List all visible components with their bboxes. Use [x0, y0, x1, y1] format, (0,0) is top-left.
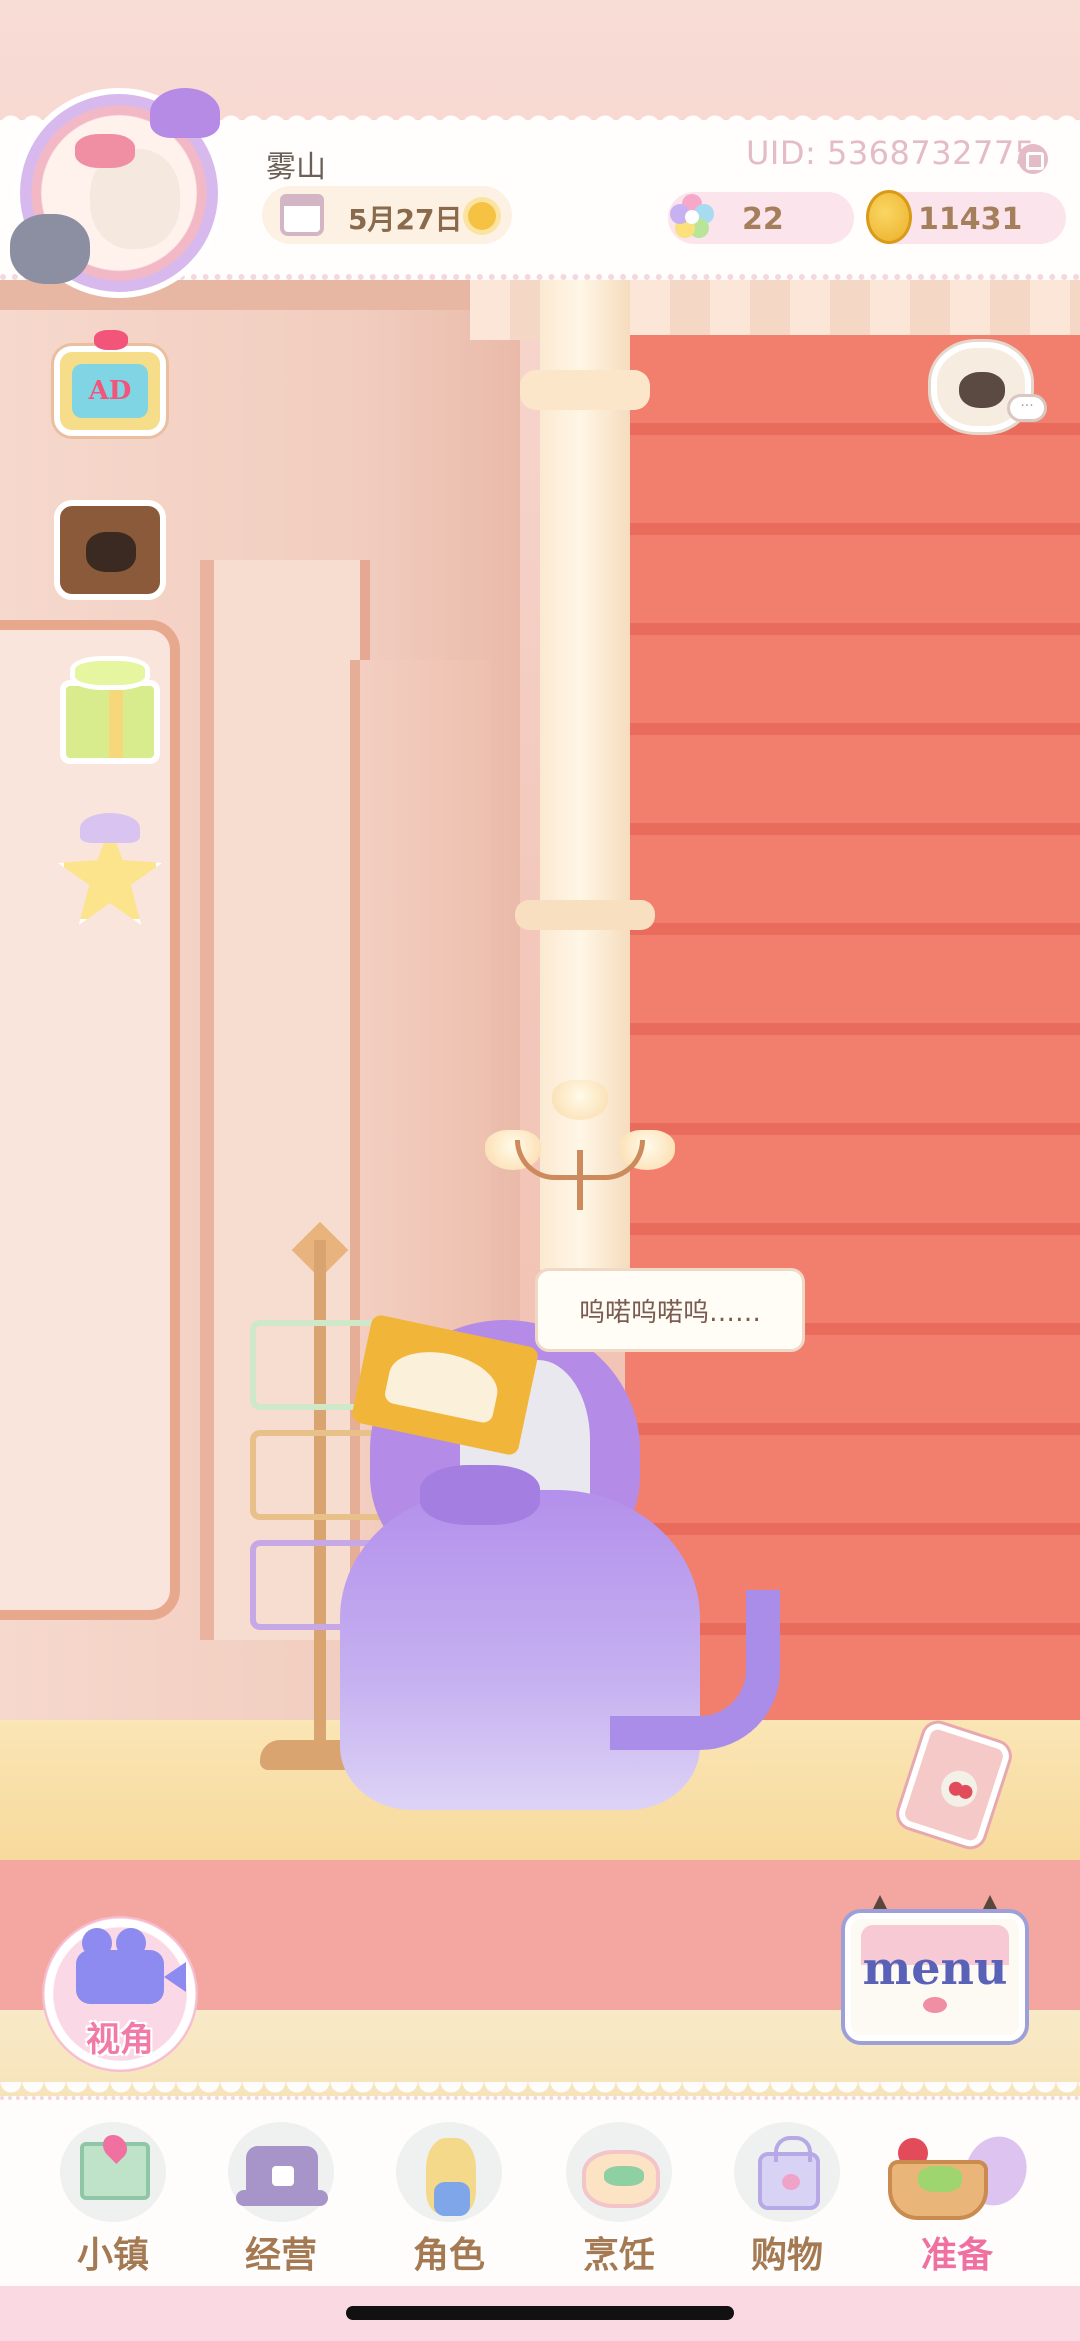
flower-gem-icon	[670, 194, 714, 238]
nav-cooking[interactable]: 烹饪	[544, 2116, 694, 2276]
chandelier	[485, 1080, 675, 1210]
mushroom-icon	[150, 88, 220, 138]
treasure-chest-icon	[54, 500, 166, 600]
hat-icon	[80, 813, 140, 843]
coin-icon	[866, 190, 912, 244]
menu-label: menu	[862, 1941, 1008, 1995]
player-character[interactable]	[280, 1290, 800, 1850]
cat-chat-button[interactable]: ···	[925, 330, 1047, 445]
nav-business[interactable]: 经营	[206, 2116, 356, 2276]
basket-icon	[878, 2126, 1037, 2226]
coin-count: 11431	[918, 202, 1023, 237]
menu-button[interactable]: menu	[845, 1895, 1025, 2045]
copy-icon[interactable]	[1018, 144, 1048, 174]
calendar-icon	[280, 194, 324, 236]
gem-counter[interactable]: 22	[668, 192, 854, 244]
map-icon	[80, 2142, 150, 2200]
coin-counter[interactable]: 11431	[866, 190, 1066, 244]
nav-label: 烹饪	[582, 2235, 655, 2276]
recipe-book-button[interactable]	[895, 1720, 1013, 1850]
player-avatar[interactable]	[10, 88, 224, 298]
nav-icon-bg	[734, 2122, 840, 2222]
nav-label: 购物	[750, 2235, 823, 2276]
pillar-cap	[520, 370, 650, 410]
bow-icon	[918, 2166, 962, 2192]
nav-icon-bg	[60, 2122, 166, 2222]
view-label: 视角	[86, 2020, 154, 2060]
book-icon	[895, 1720, 1013, 1850]
lock-icon	[272, 2166, 294, 2186]
lamp	[552, 1080, 608, 1120]
nav-character[interactable]: 角色	[374, 2116, 524, 2276]
doll-icon	[426, 2138, 476, 2216]
username: 雾山	[266, 150, 326, 185]
card-inner	[383, 1342, 504, 1425]
nav-icon-bg	[396, 2122, 502, 2222]
nav-prepare[interactable]: 准备	[882, 2116, 1037, 2276]
nav-label: 小镇	[76, 2235, 149, 2276]
cake-icon	[582, 2150, 660, 2208]
cat-icon	[10, 214, 90, 284]
tv-icon: AD	[54, 346, 166, 436]
raccoon-icon	[86, 532, 136, 572]
lamp-stem	[577, 1150, 583, 1210]
cat-face	[959, 372, 1005, 408]
heart-icon	[923, 1997, 947, 2013]
date-display[interactable]: 5月27日	[262, 186, 512, 244]
home-indicator[interactable]	[346, 2306, 734, 2320]
bow-icon	[94, 330, 128, 350]
star-event-button[interactable]	[50, 805, 170, 925]
ad-reward-button[interactable]: AD	[50, 330, 170, 450]
pillar-ring	[515, 900, 655, 930]
gift-bow-icon	[70, 656, 150, 690]
nav-icon-bg	[228, 2122, 334, 2222]
nav-label: 准备	[920, 2235, 993, 2276]
nav-icon-bg	[566, 2122, 672, 2222]
character-bow	[420, 1465, 540, 1525]
speech-bubble: 呜喏呜喏呜……	[535, 1268, 805, 1352]
ad-label: AD	[72, 364, 148, 418]
nav-label: 经营	[244, 2235, 317, 2276]
cherry-icon	[936, 1766, 982, 1812]
gift-box-icon	[60, 680, 160, 764]
user-id: UID: 5368732775	[746, 134, 1036, 172]
gift-button[interactable]	[50, 650, 170, 770]
bag-icon	[758, 2136, 820, 2210]
nav-town[interactable]: 小镇	[38, 2116, 188, 2276]
camera-view-button[interactable]: 视角	[42, 1916, 198, 2072]
date-text: 5月27日	[348, 203, 463, 236]
camera-icon	[76, 1928, 186, 2004]
treasure-button[interactable]	[50, 490, 170, 610]
avatar-bow	[75, 134, 135, 168]
chat-bubble-icon: ···	[1007, 394, 1047, 422]
gem-count: 22	[742, 202, 784, 237]
wall-panel	[0, 620, 180, 1620]
character-tentacle	[610, 1590, 780, 1750]
gift-ribbon	[109, 686, 123, 758]
nav-label: 角色	[412, 2235, 485, 2276]
nav-shopping[interactable]: 购物	[712, 2116, 862, 2276]
sun-icon	[468, 202, 496, 230]
